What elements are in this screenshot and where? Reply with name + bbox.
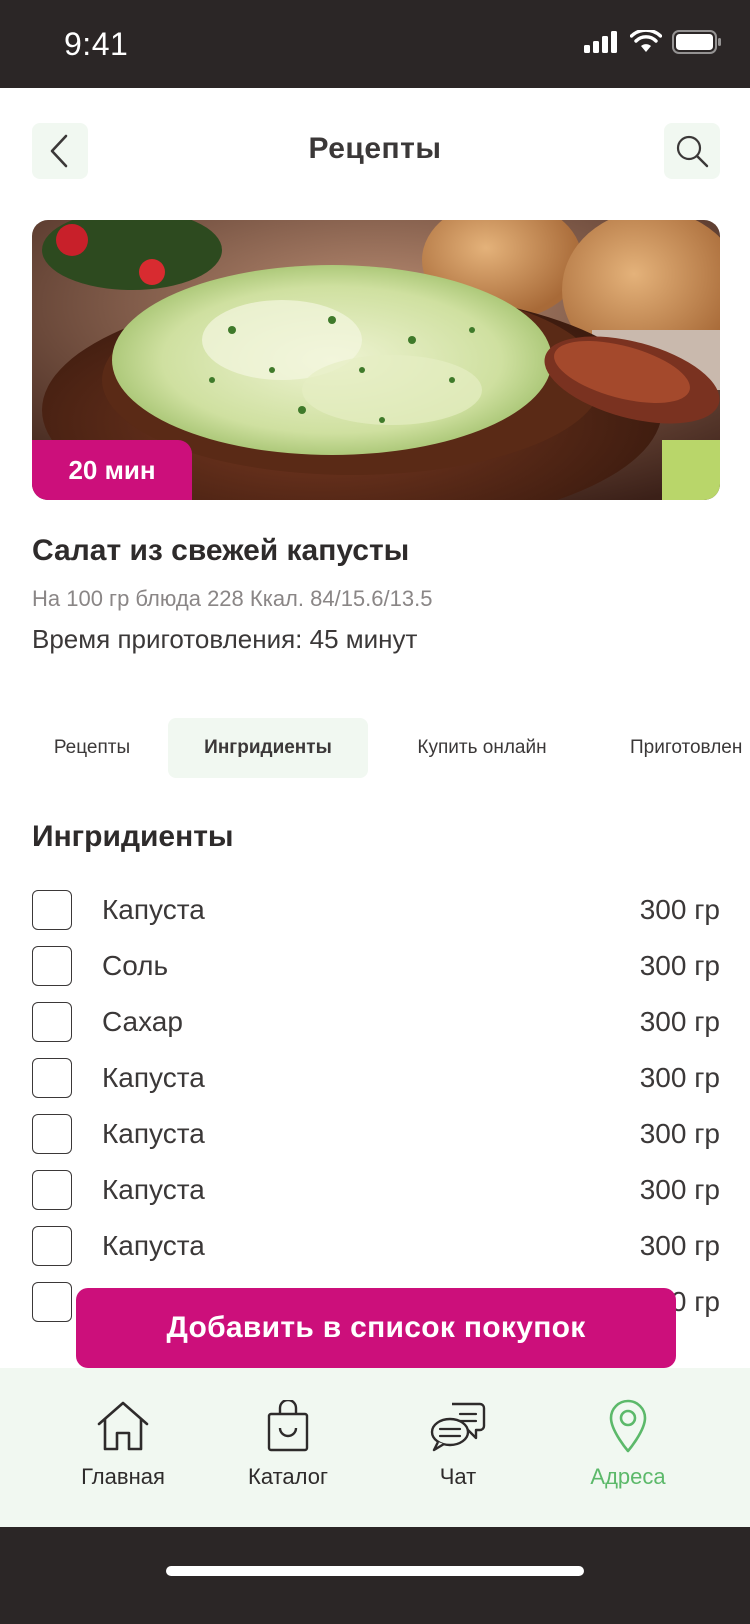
ingredient-amount: 300 гр: [639, 950, 720, 981]
ingredient-amount: 0 гр: [670, 1286, 720, 1317]
tab-label: Адреса: [590, 1464, 666, 1489]
ingredient-amount: 300 гр: [639, 1230, 720, 1261]
tab-home[interactable]: Главная: [38, 1368, 208, 1527]
tab-label: Главная: [81, 1464, 165, 1489]
ingredient-amount: 300 гр: [639, 1062, 720, 1093]
ingredient-checkbox[interactable]: [32, 1282, 72, 1322]
battery-icon: [672, 30, 721, 54]
ingredient-checkbox[interactable]: [32, 1226, 72, 1266]
status-bar: 9:41: [0, 0, 750, 88]
ingredients-list: Капуста 300 гр Соль 300 гр Сахар 300 гр …: [32, 890, 720, 1338]
tab-catalog[interactable]: Каталог: [203, 1368, 373, 1527]
ingredient-row: Соль 300 гр: [32, 946, 720, 1002]
ingredient-checkbox[interactable]: [32, 1058, 72, 1098]
tab-buy-online[interactable]: Купить онлайн: [392, 718, 572, 778]
ingredients-title: Ингридиенты: [32, 820, 234, 853]
ingredient-name: Капуста: [102, 1118, 205, 1149]
chat-icon: [430, 1402, 486, 1452]
ingredient-checkbox[interactable]: [32, 946, 72, 986]
screen: Рецепты 20 мин Салат из свежей капусты Н…: [0, 88, 750, 1527]
time-badge: 20 мин: [32, 440, 192, 500]
recipe-title: Салат из свежей капусты: [32, 534, 410, 567]
status-time: 9:41: [64, 26, 129, 62]
tab-recipes[interactable]: Рецепты: [32, 718, 152, 778]
ingredient-amount: 300 гр: [639, 1118, 720, 1149]
ingredient-name: Капуста: [102, 1062, 205, 1093]
ingredient-name: Соль: [102, 950, 169, 981]
add-to-shopping-list-button[interactable]: Добавить в список покупок: [76, 1288, 676, 1368]
ingredient-amount: 300 гр: [639, 894, 720, 925]
ingredient-row: Капуста 300 гр: [32, 1114, 720, 1170]
ingredient-name: Капуста: [102, 1230, 205, 1261]
location-pin-icon: [609, 1399, 647, 1453]
wifi-icon: [630, 30, 662, 52]
status-icons: [584, 30, 722, 54]
ingredient-name: Капуста: [102, 894, 205, 925]
tab-ingredients[interactable]: Ингридиенты: [168, 718, 368, 778]
ingredient-row: Сахар 300 гр: [32, 1002, 720, 1058]
tab-cooking[interactable]: Приготовлен: [630, 718, 750, 778]
search-icon: [676, 135, 709, 168]
nav-header: Рецепты: [0, 88, 750, 218]
ingredient-amount: 300 гр: [639, 1174, 720, 1205]
tab-addresses[interactable]: Адреса: [543, 1368, 713, 1527]
tab-label: Чат: [439, 1464, 477, 1489]
recipe-tabs: Рецепты Ингридиенты Купить онлайн Пригот…: [0, 718, 750, 778]
recipe-image: 20 мин: [32, 220, 720, 500]
search-button[interactable]: [664, 123, 720, 179]
ingredient-checkbox[interactable]: [32, 890, 72, 930]
tab-label: Каталог: [248, 1464, 328, 1489]
ingredient-row: Капуста 300 гр: [32, 1170, 720, 1226]
ingredient-row: Капуста 300 гр: [32, 890, 720, 946]
page-title: Рецепты: [308, 132, 442, 165]
home-icon: [97, 1401, 149, 1451]
ingredient-checkbox[interactable]: [32, 1114, 72, 1154]
ingredient-amount: 300 гр: [639, 1006, 720, 1037]
ingredient-row: Капуста 300 гр: [32, 1058, 720, 1114]
bottom-tab-bar: Главная Каталог Чат Адреса: [0, 1368, 750, 1527]
tab-chat[interactable]: Чат: [373, 1368, 543, 1527]
ingredient-checkbox[interactable]: [32, 1170, 72, 1210]
shopping-bag-icon: [267, 1400, 309, 1452]
ingredient-name: Сахар: [102, 1006, 183, 1037]
home-indicator[interactable]: [166, 1566, 584, 1576]
cook-time: Время приготовления: 45 минут: [32, 624, 418, 654]
ingredient-name: Капуста: [102, 1174, 205, 1205]
signal-icon: [584, 31, 617, 53]
nutrition-info: На 100 гр блюда 228 Ккал. 84/15.6/13.5: [32, 586, 433, 611]
ingredient-row: Капуста 300 гр: [32, 1226, 720, 1282]
ingredient-checkbox[interactable]: [32, 1002, 72, 1042]
